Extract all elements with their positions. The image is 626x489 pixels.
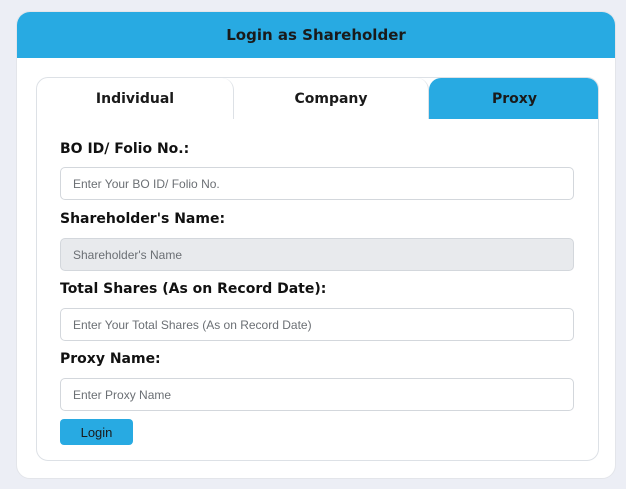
login-button[interactable]: Login — [60, 419, 133, 445]
tab-individual[interactable]: Individual — [37, 78, 234, 119]
tab-label: Proxy — [492, 90, 537, 107]
tab-label: Company — [294, 90, 368, 107]
login-card: Login as Shareholder Individual Company … — [16, 11, 616, 479]
proxy-name-input[interactable]: Enter Proxy Name — [60, 378, 574, 411]
total-shares-placeholder: Enter Your Total Shares (As on Record Da… — [73, 317, 312, 332]
tab-bar: Individual Company Proxy — [37, 78, 598, 119]
proxy-login-form: BO ID/ Folio No.: Enter Your BO ID/ Foli… — [60, 139, 574, 445]
login-panel: Individual Company Proxy BO ID/ Folio No… — [36, 77, 599, 461]
total-shares-label: Total Shares (As on Record Date): — [60, 281, 327, 297]
proxy-name-placeholder: Enter Proxy Name — [73, 387, 172, 402]
login-button-label: Login — [80, 424, 113, 440]
tab-company[interactable]: Company — [234, 78, 429, 119]
tab-label: Individual — [95, 90, 175, 107]
tab-proxy[interactable]: Proxy — [429, 78, 598, 119]
bo-id-placeholder: Enter Your BO ID/ Folio No. — [73, 176, 220, 191]
page-title: Login as Shareholder — [226, 26, 406, 44]
shareholder-name-placeholder: Shareholder's Name — [73, 247, 183, 262]
shareholder-name-input: Shareholder's Name — [60, 238, 574, 271]
card-header: Login as Shareholder — [17, 12, 615, 58]
shareholder-name-label: Shareholder's Name: — [60, 211, 226, 227]
bo-id-label: BO ID/ Folio No.: — [60, 141, 190, 157]
bo-id-input[interactable]: Enter Your BO ID/ Folio No. — [60, 167, 574, 200]
total-shares-input[interactable]: Enter Your Total Shares (As on Record Da… — [60, 308, 574, 341]
proxy-name-label: Proxy Name: — [60, 351, 161, 367]
